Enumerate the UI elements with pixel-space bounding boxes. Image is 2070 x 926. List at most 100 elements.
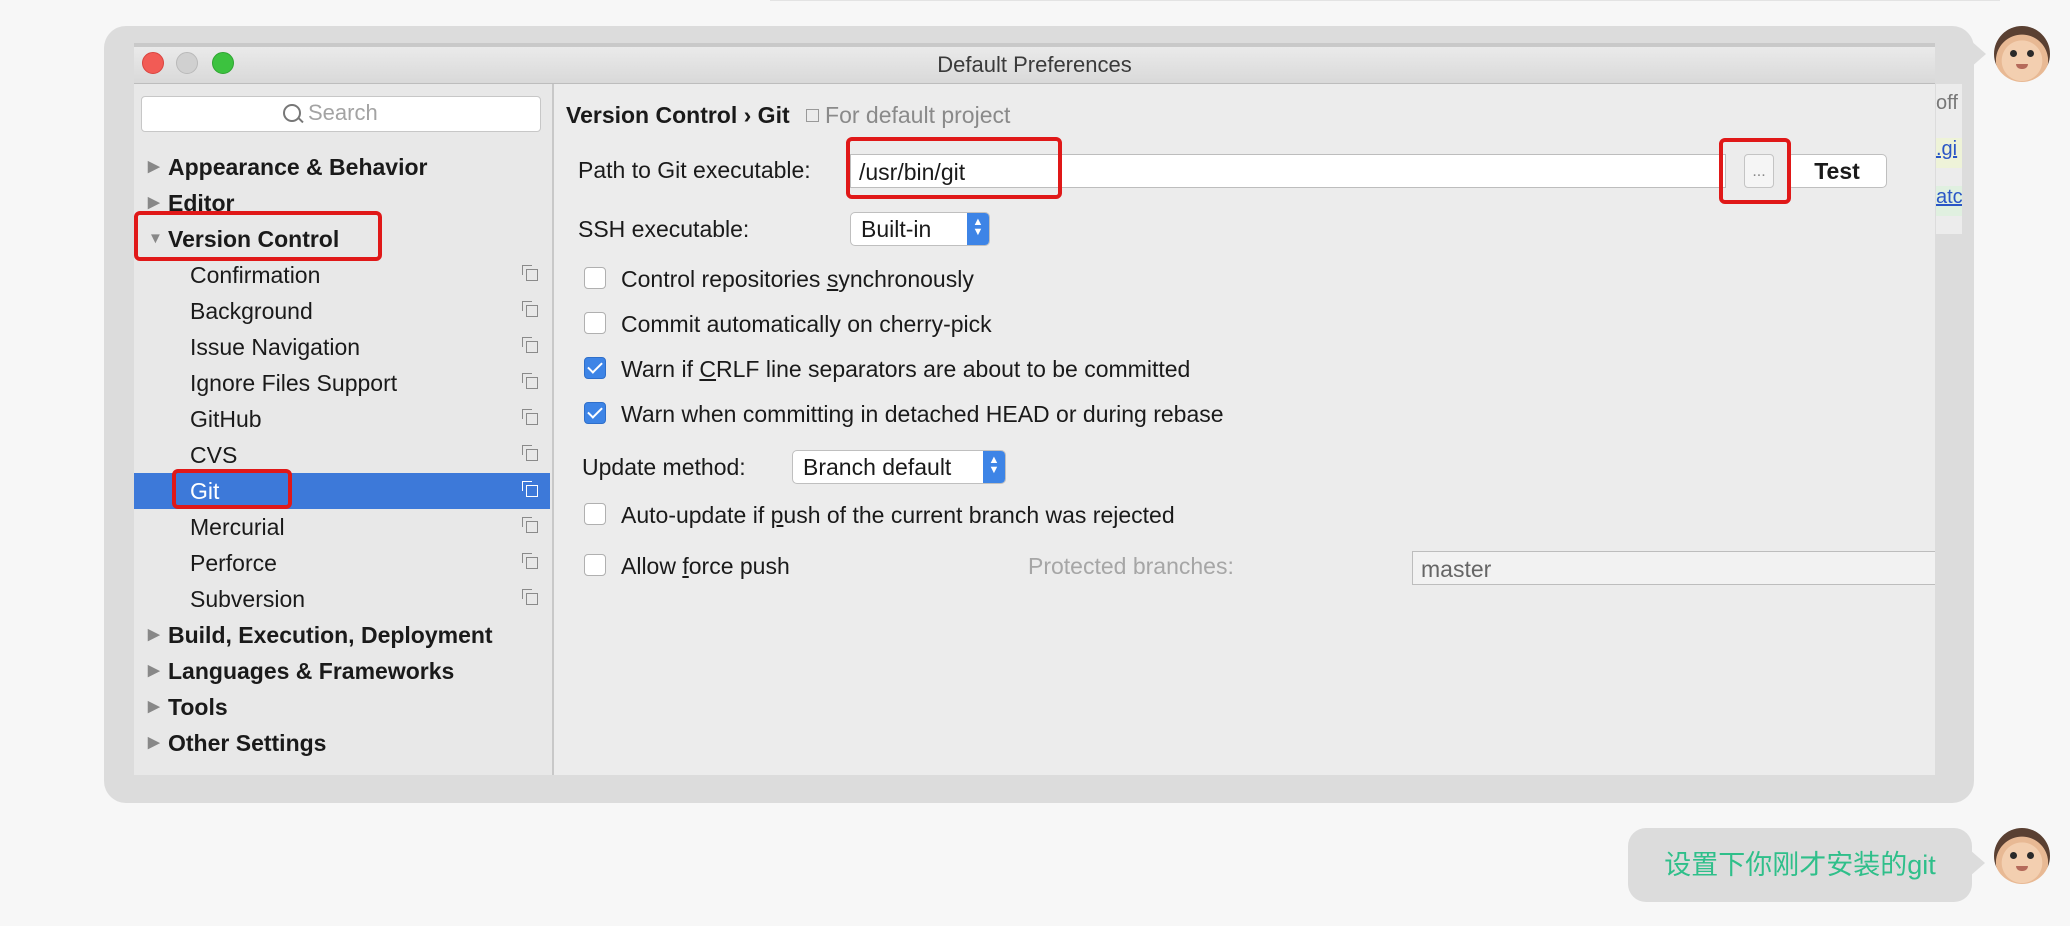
copy-icon xyxy=(522,445,538,461)
test-button[interactable]: Test xyxy=(1787,154,1887,188)
edge-text: off xyxy=(1936,92,1958,114)
sidebar-item-mercurial[interactable]: Mercurial xyxy=(134,509,550,545)
control-sync-checkbox[interactable] xyxy=(584,267,606,289)
sidebar-item-perforce[interactable]: Perforce xyxy=(134,545,550,581)
control-sync-label: Control repositories synchronously xyxy=(621,266,974,293)
sidebar-item-label: Tools xyxy=(168,694,228,720)
cherry-pick-label: Commit automatically on cherry-pick xyxy=(621,311,992,337)
force-push-checkbox[interactable] xyxy=(584,554,606,576)
highlight-path-value xyxy=(846,137,1062,199)
sidebar-item-tools[interactable]: ▶ Tools xyxy=(134,689,550,725)
search-icon xyxy=(283,104,301,122)
sidebar-item-github[interactable]: GitHub xyxy=(134,401,550,437)
label-part: orce push xyxy=(688,553,790,579)
scope-label: For default project xyxy=(806,102,1010,128)
mnemonic: s xyxy=(826,266,839,292)
bubble-tail xyxy=(1970,40,1986,68)
update-method-select[interactable]: Branch default ▲ ▼ xyxy=(792,450,1006,484)
highlight-git xyxy=(172,469,292,509)
sidebar-item-label: Background xyxy=(190,298,313,324)
sidebar-item-label: Build, Execution, Deployment xyxy=(168,622,493,648)
copy-icon xyxy=(806,109,820,122)
breadcrumb-path: Version Control › Git xyxy=(566,102,790,128)
sidebar-item-background[interactable]: Background xyxy=(134,293,550,329)
path-label: Path to Git executable: xyxy=(578,157,811,183)
window-title: Default Preferences xyxy=(937,52,1132,77)
sidebar-item-label: Perforce xyxy=(190,550,277,576)
search-placeholder: Search xyxy=(308,100,378,125)
avatar[interactable] xyxy=(1994,26,2050,82)
avatar-eye xyxy=(2027,852,2034,859)
top-divider xyxy=(770,0,2000,1)
message-tail xyxy=(1970,850,1985,876)
update-method-value: Branch default xyxy=(803,454,952,480)
label-part: Allow xyxy=(621,553,683,579)
copy-icon xyxy=(522,517,538,533)
label-part: ush of the current branch was rejected xyxy=(783,502,1175,528)
auto-update-label: Auto-update if push of the current branc… xyxy=(621,502,1175,529)
sidebar-item-label: Confirmation xyxy=(190,262,321,288)
copy-icon xyxy=(522,373,538,389)
sidebar-item-languages[interactable]: ▶ Languages & Frameworks xyxy=(134,653,550,689)
ssh-select[interactable]: Built-in ▲ ▼ xyxy=(850,212,990,246)
chat-message: 设置下你刚才安装的git xyxy=(1628,828,1972,902)
mnemonic: p xyxy=(770,502,784,528)
sidebar-item-label: GitHub xyxy=(190,406,262,432)
expand-arrow-icon: ▶ xyxy=(148,158,160,175)
expand-arrow-icon: ▶ xyxy=(148,626,160,643)
sidebar-item-label: Languages & Frameworks xyxy=(168,658,455,684)
sidebar-item-issue-navigation[interactable]: Issue Navigation xyxy=(134,329,550,365)
avatar-eye xyxy=(2027,50,2034,57)
detached-head-label: Warn when committing in detached HEAD or… xyxy=(621,401,1224,427)
sidebar-item-label: Subversion xyxy=(190,586,306,612)
copy-icon xyxy=(522,265,538,281)
label-part: Control repositories xyxy=(621,266,827,292)
copy-icon xyxy=(522,409,538,425)
sidebar-item-label: Ignore Files Support xyxy=(190,370,398,396)
title-strip xyxy=(134,43,1935,47)
highlight-browse-button xyxy=(1719,138,1791,204)
edge-link: .gi xyxy=(1936,138,1962,168)
highlight-version-control xyxy=(134,211,382,261)
update-method-label: Update method: xyxy=(582,454,746,480)
avatar-eye xyxy=(2010,50,2017,57)
preferences-window: Default Preferences Search ▶ Appearance … xyxy=(134,43,1935,775)
scope-text: For default project xyxy=(825,102,1011,128)
chevron-updown-icon: ▲ ▼ xyxy=(983,451,1005,483)
sidebar-item-label: Appearance & Behavior xyxy=(168,154,428,180)
label-part: Auto-update if xyxy=(621,502,771,528)
sidebar-item-other-settings[interactable]: ▶ Other Settings xyxy=(134,725,550,761)
search-input[interactable]: Search xyxy=(141,96,541,132)
sidebar-item-label: Issue Navigation xyxy=(190,334,361,360)
sidebar-item-ignore-files[interactable]: Ignore Files Support xyxy=(134,365,550,401)
background-window-edge: off .gi atc xyxy=(1936,84,1962,234)
sidebar-item-appearance[interactable]: ▶ Appearance & Behavior xyxy=(134,149,550,185)
sidebar-item-cvs[interactable]: CVS xyxy=(134,437,550,473)
sidebar-item-subversion[interactable]: Subversion xyxy=(134,581,550,617)
detached-head-checkbox[interactable] xyxy=(584,402,606,424)
expand-arrow-icon: ▶ xyxy=(148,734,160,751)
copy-icon xyxy=(522,589,538,605)
copy-icon xyxy=(522,337,538,353)
sidebar-item-label: Mercurial xyxy=(190,514,285,540)
sidebar-item-confirmation[interactable]: Confirmation xyxy=(134,257,550,293)
chevron-updown-icon: ▲ ▼ xyxy=(967,213,989,245)
label-part: Warn if xyxy=(621,356,700,382)
copy-icon xyxy=(522,553,538,569)
breadcrumb: Version Control › Git For default projec… xyxy=(566,102,1010,129)
protected-branches-input[interactable]: master xyxy=(1412,551,1935,585)
sidebar-item-build[interactable]: ▶ Build, Execution, Deployment xyxy=(134,617,550,653)
avatar[interactable] xyxy=(1994,828,2050,884)
title-bar: Default Preferences xyxy=(134,43,1935,84)
avatar-eye xyxy=(2010,852,2017,859)
crlf-warning-checkbox[interactable] xyxy=(584,357,606,379)
auto-update-checkbox[interactable] xyxy=(584,503,606,525)
cherry-pick-checkbox[interactable] xyxy=(584,312,606,334)
settings-sidebar: Search ▶ Appearance & Behavior ▶ Editor … xyxy=(134,84,554,775)
crlf-warning-label: Warn if CRLF line separators are about t… xyxy=(621,356,1190,383)
expand-arrow-icon: ▶ xyxy=(148,662,160,679)
edge-link: atc xyxy=(1936,186,1962,216)
mnemonic: C xyxy=(699,356,717,382)
avatar-mouth xyxy=(2016,866,2028,871)
ssh-select-value: Built-in xyxy=(861,216,932,242)
